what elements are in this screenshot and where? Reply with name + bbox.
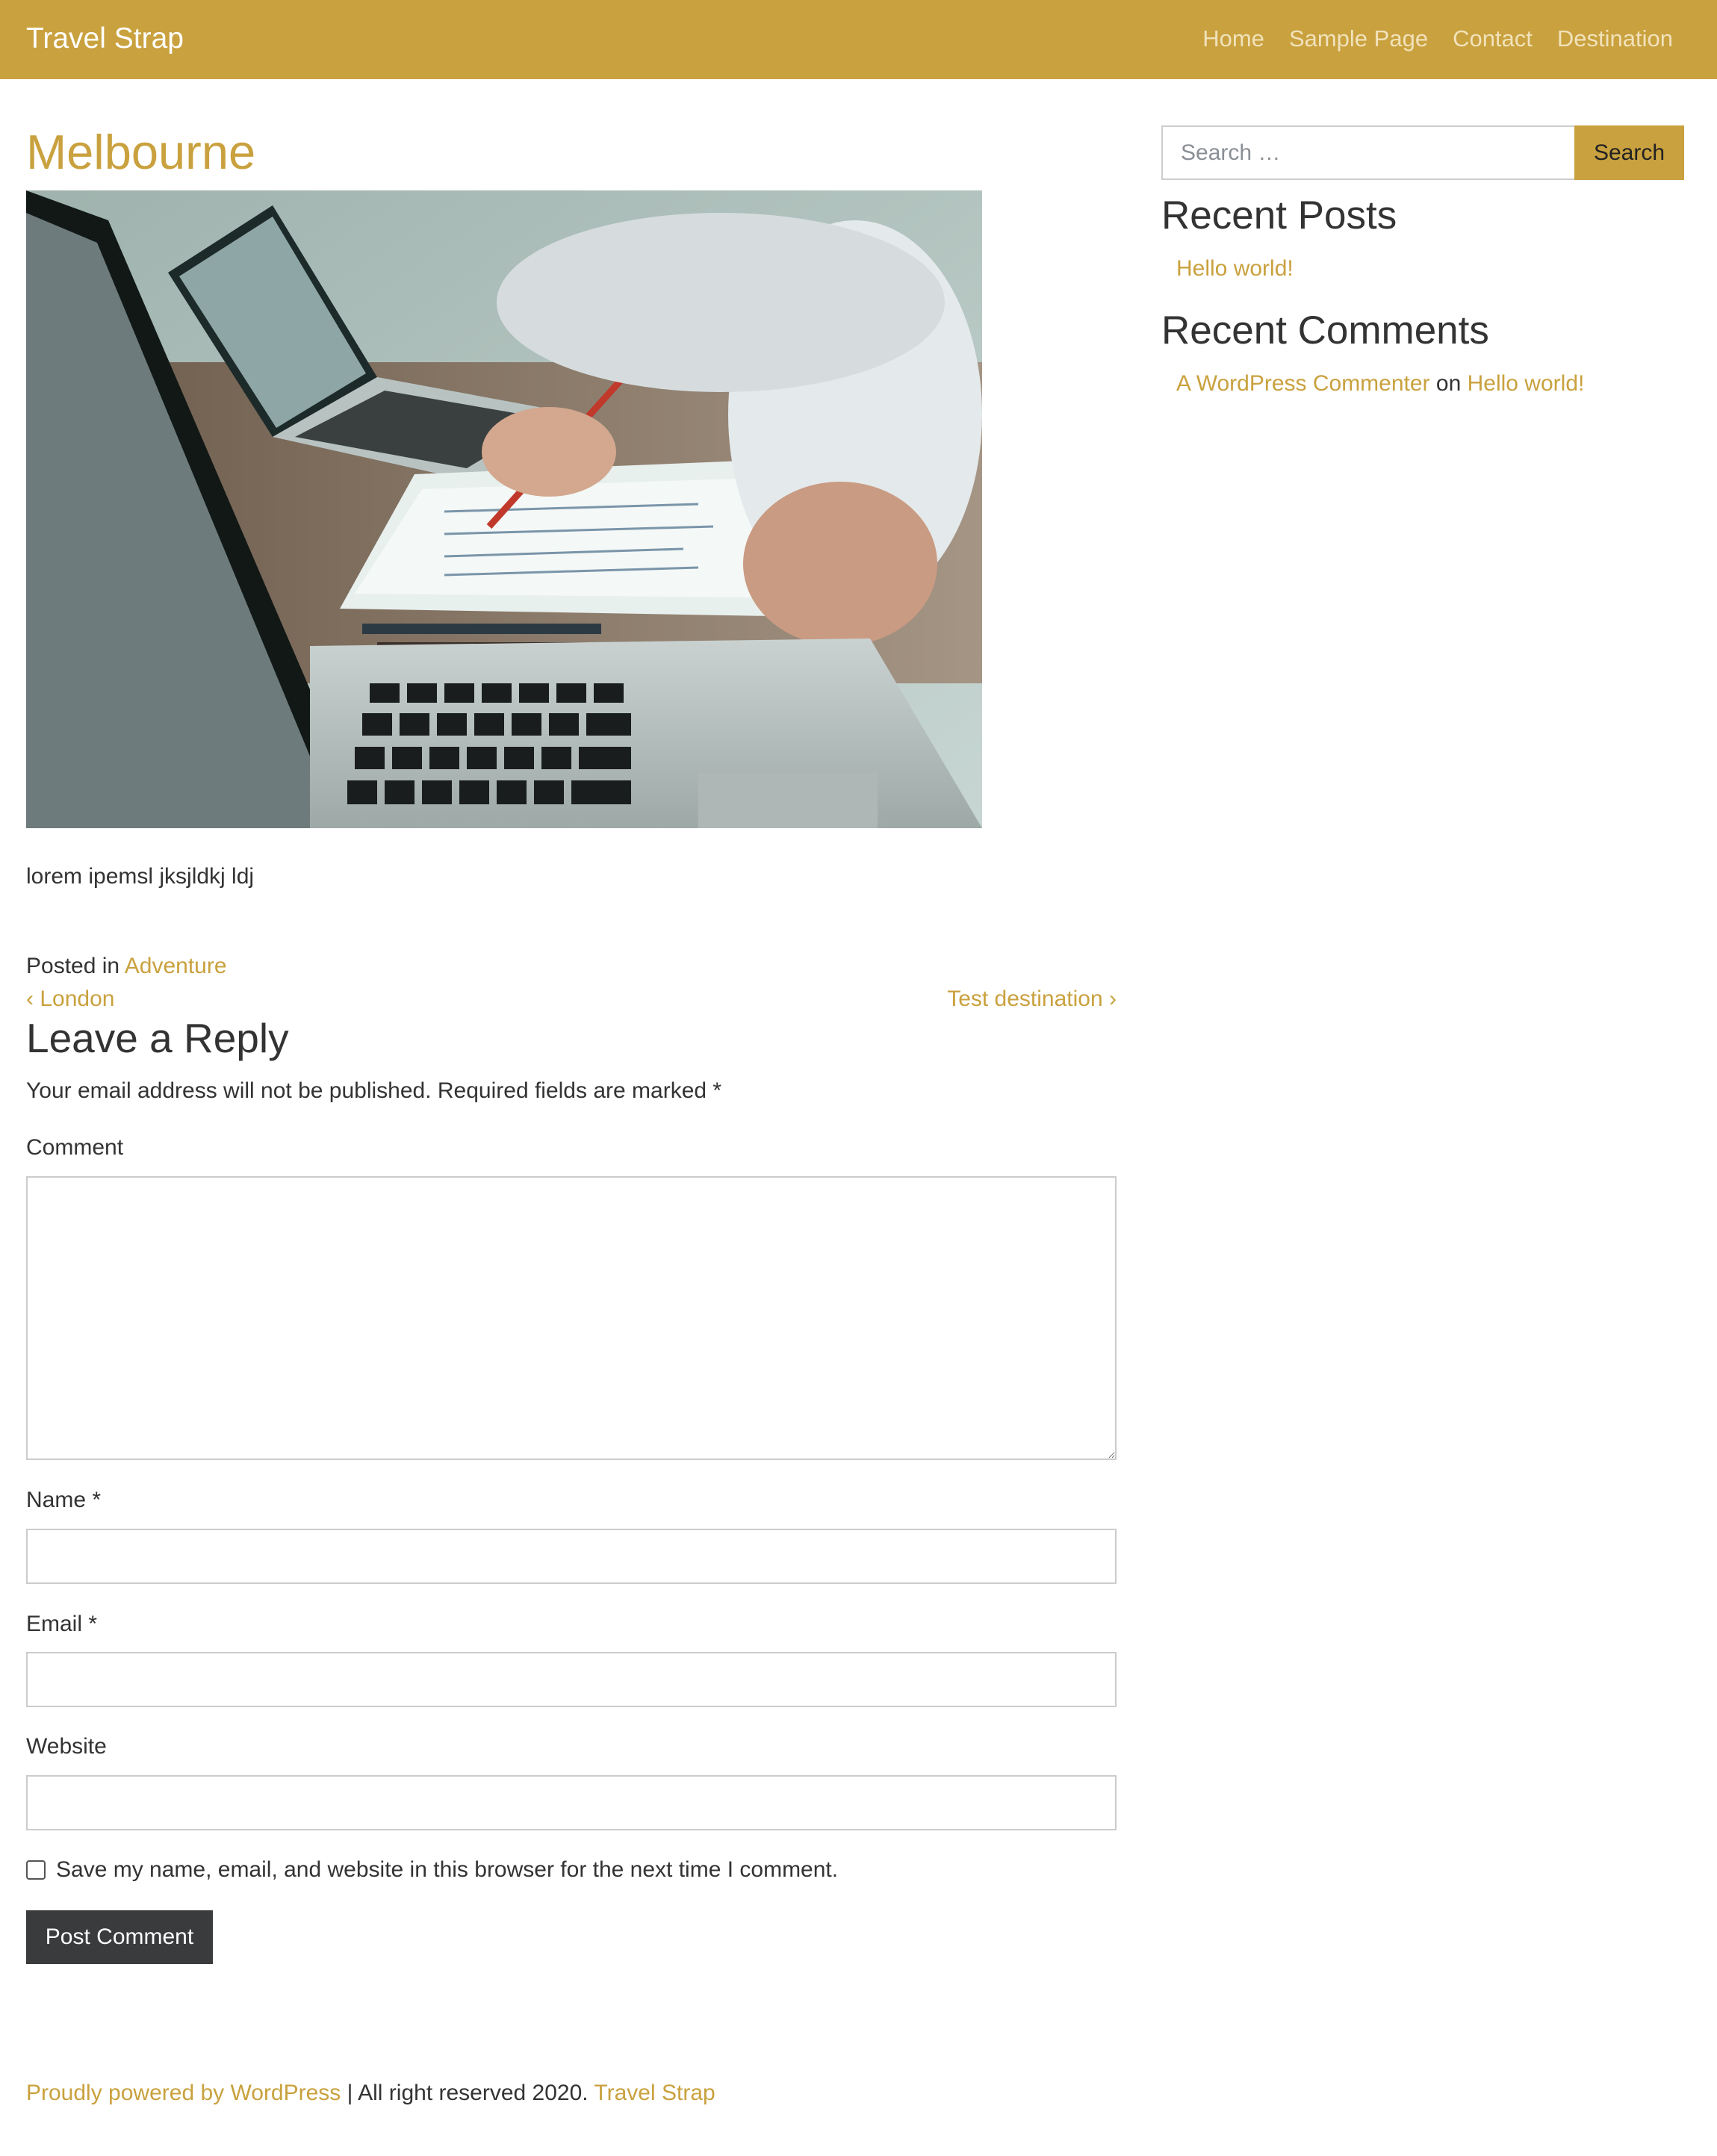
search-button[interactable]: Search	[1574, 125, 1684, 180]
footer-site-link[interactable]: Travel Strap	[594, 2081, 715, 2105]
email-field[interactable]	[26, 1652, 1117, 1707]
posted-in-prefix: Posted in	[26, 954, 125, 978]
reply-title: Leave a Reply	[26, 1015, 289, 1061]
prev-post-label: London	[40, 987, 115, 1011]
recent-post-item: Hello world!	[1176, 253, 1294, 285]
featured-image	[26, 190, 982, 828]
website-field[interactable]	[26, 1775, 1117, 1830]
website-label: Website	[26, 1734, 107, 1759]
recent-posts-title: Recent Posts	[1161, 193, 1397, 237]
site-footer: Proudly powered by WordPress | All right…	[26, 2078, 715, 2109]
prev-post-link[interactable]: ‹ London	[26, 984, 114, 1015]
search-input[interactable]	[1161, 125, 1574, 180]
search-form: Search	[1161, 125, 1684, 180]
cookies-consent: Save my name, email, and website in this…	[26, 1854, 838, 1886]
next-post-label: Test destination	[947, 987, 1103, 1011]
powered-by-link[interactable]: Proudly powered by WordPress	[26, 2081, 341, 2105]
comment-post-link[interactable]: Hello world!	[1468, 371, 1585, 396]
site-header: Travel Strap Home Sample Page Contact De…	[0, 0, 1717, 79]
name-field[interactable]	[26, 1529, 1117, 1584]
site-title-link[interactable]: Travel Strap	[26, 19, 184, 58]
comment-label: Comment	[26, 1135, 124, 1160]
post-title: Melbourne	[26, 125, 256, 179]
recent-comment-item: A WordPress Commenter on Hello world!	[1176, 368, 1584, 400]
recent-post-link[interactable]: Hello world!	[1176, 256, 1294, 281]
chevron-left-icon: ‹	[26, 987, 40, 1011]
comment-joiner: on	[1429, 371, 1468, 396]
post-content: lorem ipemsl jksjldkj ldj	[26, 864, 255, 889]
reply-notes: Your email address will not be published…	[26, 1078, 722, 1103]
comment-author-link[interactable]: A WordPress Commenter	[1176, 371, 1430, 396]
posted-in: Posted in Adventure	[26, 951, 227, 982]
cookies-checkbox[interactable]	[26, 1860, 46, 1880]
category-link[interactable]: Adventure	[125, 954, 227, 978]
cookies-label: Save my name, email, and website in this…	[56, 1857, 839, 1882]
name-label: Name *	[26, 1488, 102, 1512]
nav-item-sample-page[interactable]: Sample Page	[1289, 22, 1428, 55]
post-comment-button[interactable]: Post Comment	[26, 1910, 213, 1964]
footer-copyright: | All right reserved 2020.	[341, 2081, 594, 2105]
next-post-link[interactable]: Test destination ›	[947, 984, 1117, 1015]
nav-item-home[interactable]: Home	[1202, 22, 1264, 55]
nav-item-contact[interactable]: Contact	[1453, 22, 1533, 55]
main-nav: Home Sample Page Contact Destination	[1202, 22, 1673, 55]
nav-item-destination[interactable]: Destination	[1557, 22, 1673, 55]
recent-comments-title: Recent Comments	[1161, 308, 1489, 352]
comment-textarea[interactable]	[26, 1176, 1117, 1460]
featured-image-photo	[26, 190, 982, 828]
email-label: Email *	[26, 1612, 98, 1636]
chevron-right-icon: ›	[1102, 987, 1117, 1011]
